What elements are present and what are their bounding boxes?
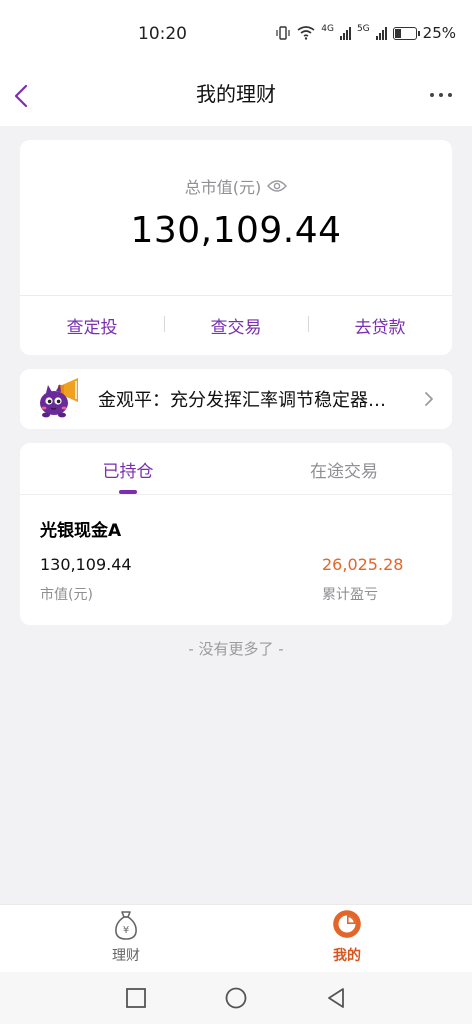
more-button[interactable] bbox=[426, 80, 456, 110]
go-loan-button[interactable]: 去贷款 bbox=[308, 313, 452, 338]
nav-item-licai[interactable]: ¥ 理财 bbox=[86, 905, 166, 973]
check-transactions-button[interactable]: 查交易 bbox=[164, 313, 308, 338]
fund-profit-loss: 26,025.28 bbox=[322, 555, 404, 574]
fund-profit-loss-label: 累计盈亏 bbox=[322, 587, 378, 603]
status-icons: 4G 5G 25% bbox=[275, 24, 456, 42]
total-market-value-label: 总市值(元) bbox=[184, 178, 262, 197]
megaphone-mascot-icon bbox=[40, 378, 78, 418]
back-triangle-icon[interactable] bbox=[324, 986, 348, 1010]
system-nav-bar bbox=[0, 972, 472, 1024]
page-title: 我的理财 bbox=[196, 82, 276, 106]
more-horizontal-icon bbox=[430, 93, 452, 97]
nav-item-mine[interactable]: 我的 bbox=[307, 905, 387, 973]
network-4g-label: 4G bbox=[321, 24, 334, 34]
status-time: 10:20 bbox=[138, 24, 187, 44]
action-row: 查定投 查交易 去贷款 bbox=[20, 296, 452, 355]
vibrate-icon bbox=[276, 26, 290, 40]
eye-icon[interactable] bbox=[267, 179, 288, 193]
tab-holdings[interactable]: 已持仓 bbox=[20, 443, 236, 494]
signal-5g-icon bbox=[375, 26, 387, 40]
news-banner[interactable]: 金观平：充分发挥汇率调节稳定器… bbox=[20, 369, 452, 429]
check-auto-invest-button[interactable]: 查定投 bbox=[20, 313, 164, 338]
holdings-card: 已持仓 在途交易 光银现金A 130,109.44 市值(元) 26,025.2… bbox=[20, 443, 452, 625]
news-headline: 金观平：充分发挥汇率调节稳定器… bbox=[98, 390, 386, 411]
header-bar: 我的理财 bbox=[0, 68, 472, 126]
tab-pending-transactions[interactable]: 在途交易 bbox=[236, 443, 452, 494]
no-more-text: - 没有更多了 - bbox=[188, 640, 284, 658]
home-circle-icon[interactable] bbox=[224, 986, 248, 1010]
nav-label-mine: 我的 bbox=[333, 948, 361, 964]
chevron-right-icon bbox=[425, 392, 433, 406]
summary-card: 总市值(元) 130,109.44 查定投 查交易 去贷款 bbox=[20, 140, 452, 355]
bottom-nav: ¥ 理财 我的 bbox=[0, 904, 472, 972]
recent-apps-square-icon[interactable] bbox=[124, 986, 148, 1010]
signal-4g-icon bbox=[339, 26, 351, 40]
fund-name[interactable]: 光银现金A bbox=[40, 516, 121, 541]
nav-label-licai: 理财 bbox=[112, 948, 140, 964]
wifi-icon bbox=[297, 26, 315, 40]
battery-percent: 25% bbox=[422, 24, 456, 42]
status-bar: 10:20 4G 5G 25% bbox=[0, 0, 472, 68]
battery-icon bbox=[392, 26, 420, 40]
total-market-value: 130,109.44 bbox=[130, 210, 342, 251]
holdings-tabs: 已持仓 在途交易 bbox=[20, 443, 452, 495]
svg-text:¥: ¥ bbox=[123, 925, 129, 936]
fund-market-value: 130,109.44 bbox=[40, 555, 132, 574]
network-5g-label: 5G bbox=[356, 24, 370, 34]
pie-chart-icon bbox=[333, 910, 361, 938]
total-market-value-header: 总市值(元) bbox=[20, 174, 452, 198]
money-bag-icon: ¥ bbox=[115, 911, 137, 940]
fund-market-value-label: 市值(元) bbox=[40, 587, 93, 603]
